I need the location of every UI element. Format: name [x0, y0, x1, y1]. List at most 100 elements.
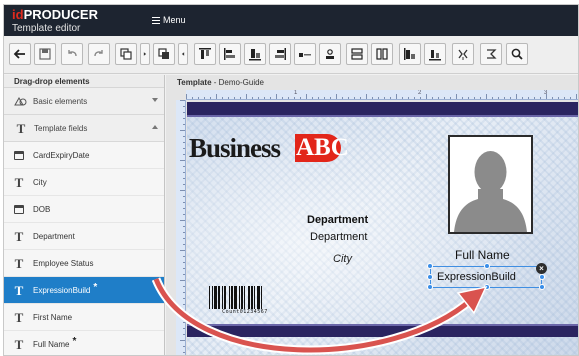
barcode-bar — [222, 286, 223, 309]
align-middle-button[interactable] — [319, 43, 341, 65]
scroll-left-button[interactable] — [178, 43, 188, 65]
align-right-button[interactable] — [269, 43, 291, 65]
barcode-bar — [244, 286, 245, 309]
field-employee-status[interactable]: T Employee Status — [4, 250, 164, 277]
section-label: Template fields — [34, 123, 88, 133]
barcode-bar — [231, 286, 233, 309]
brand-logo[interactable]: Business ABC — [189, 133, 349, 164]
same-width-button[interactable] — [399, 43, 421, 65]
section-template-fields[interactable]: T Template fields — [4, 115, 164, 142]
ruler-tick — [480, 97, 481, 99]
remove-element-icon[interactable]: × — [536, 263, 547, 274]
copy-button[interactable] — [115, 43, 137, 65]
ruler-tick — [183, 136, 185, 137]
redo-button[interactable] — [88, 43, 110, 65]
save-button[interactable] — [34, 43, 56, 65]
flip-vertical-button[interactable] — [480, 43, 502, 65]
ruler-tick — [390, 97, 391, 99]
ruler-tick — [183, 328, 185, 329]
app-logo: idPRODUCER Template editor — [10, 6, 160, 36]
field-first-name[interactable]: T First Name — [4, 304, 164, 331]
ruler-tick — [546, 94, 547, 99]
ruler-tick — [528, 97, 529, 99]
align-center-icon — [249, 49, 261, 61]
id-card-canvas[interactable]: Business ABC Department Department City … — [187, 102, 578, 355]
horizontal-ruler[interactable]: 1 2 3 — [186, 90, 578, 100]
ruler-tick — [183, 304, 185, 305]
field-dob[interactable]: DOB — [4, 196, 164, 223]
back-button[interactable] — [9, 43, 31, 65]
ruler-tick — [336, 94, 337, 99]
ruler-tick — [348, 97, 349, 99]
text-field-icon: T — [16, 120, 26, 136]
field-city[interactable]: T City — [4, 169, 164, 196]
ruler-tick — [183, 124, 185, 125]
department-text[interactable]: Department — [310, 231, 367, 243]
ruler-tick — [183, 346, 185, 347]
more-button[interactable] — [140, 43, 150, 65]
zoom-button[interactable] — [506, 43, 528, 65]
barcode-bar — [239, 286, 240, 309]
field-card-expiry-date[interactable]: CardExpiryDate — [4, 142, 164, 169]
ruler-tick — [183, 352, 185, 353]
menu-button[interactable]: Menu — [152, 13, 186, 27]
distribute-horizontal-button[interactable] — [346, 43, 368, 65]
ruler-tick — [576, 94, 577, 99]
expression-build-element[interactable]: ExpressionBuild × — [427, 263, 547, 290]
ruler-tick — [234, 97, 235, 99]
ruler-tick — [180, 160, 185, 161]
full-name-text[interactable]: Full Name — [455, 248, 510, 262]
ruler-tick — [420, 97, 421, 99]
resize-handle-left[interactable] — [427, 274, 433, 280]
same-height-button[interactable] — [424, 43, 446, 65]
field-department[interactable]: T Department — [4, 223, 164, 250]
panel-header: Drag-drop elements — [4, 75, 164, 88]
ruler-tick — [342, 97, 343, 99]
ruler-tick — [180, 340, 185, 341]
vertical-ruler[interactable] — [176, 100, 186, 355]
city-text[interactable]: City — [333, 253, 352, 265]
ruler-tick — [450, 97, 451, 99]
align-left-icon — [224, 48, 235, 60]
distribute-vertical-button[interactable] — [371, 43, 393, 65]
department-bold-text[interactable]: Department — [307, 214, 368, 226]
field-expression-build[interactable]: T ExpressionBuild * — [4, 277, 164, 304]
ruler-tick — [396, 94, 397, 99]
undo-button[interactable] — [61, 43, 83, 65]
top-bar: idPRODUCER Template editor Menu — [4, 5, 578, 36]
ruler-tick — [183, 334, 185, 335]
field-label: Employee Status — [33, 258, 94, 268]
distribute-horizontal-icon — [351, 48, 363, 60]
ruler-tick — [276, 94, 277, 99]
ruler-tick — [183, 178, 185, 179]
align-top-button[interactable] — [194, 43, 216, 65]
resize-handle-right[interactable] — [539, 274, 545, 280]
align-bottom-button[interactable] — [294, 43, 316, 65]
resize-handle-top[interactable] — [484, 263, 490, 269]
ruler-tick — [444, 97, 445, 99]
photo-placeholder[interactable] — [448, 135, 533, 234]
flip-horizontal-button[interactable] — [452, 43, 474, 65]
ruler-tick — [540, 97, 541, 99]
resize-handle-top-left[interactable] — [427, 263, 433, 269]
resize-handle-bottom[interactable] — [484, 284, 490, 290]
paste-button[interactable] — [153, 43, 175, 65]
align-center-button[interactable] — [244, 43, 266, 65]
barcode-element[interactable]: Count01234567 — [209, 286, 281, 316]
field-full-name[interactable]: T Full Name * — [4, 331, 164, 355]
align-left-button[interactable] — [219, 43, 241, 65]
ruler-tick — [456, 94, 457, 99]
barcode-bar — [248, 286, 250, 309]
distribute-vertical-icon — [376, 48, 388, 60]
ruler-tick — [312, 97, 313, 99]
ruler-tick — [183, 256, 185, 257]
ruler-tick — [486, 94, 487, 99]
ruler-tick — [183, 184, 185, 185]
card-top-accent — [187, 115, 578, 117]
ruler-tick — [366, 94, 367, 99]
resize-handle-bottom-left[interactable] — [427, 284, 433, 290]
section-basic-elements[interactable]: Basic elements — [4, 88, 164, 115]
barcode-bar — [224, 286, 226, 309]
resize-handle-bottom-right[interactable] — [539, 284, 545, 290]
barcode-icon — [209, 286, 262, 309]
